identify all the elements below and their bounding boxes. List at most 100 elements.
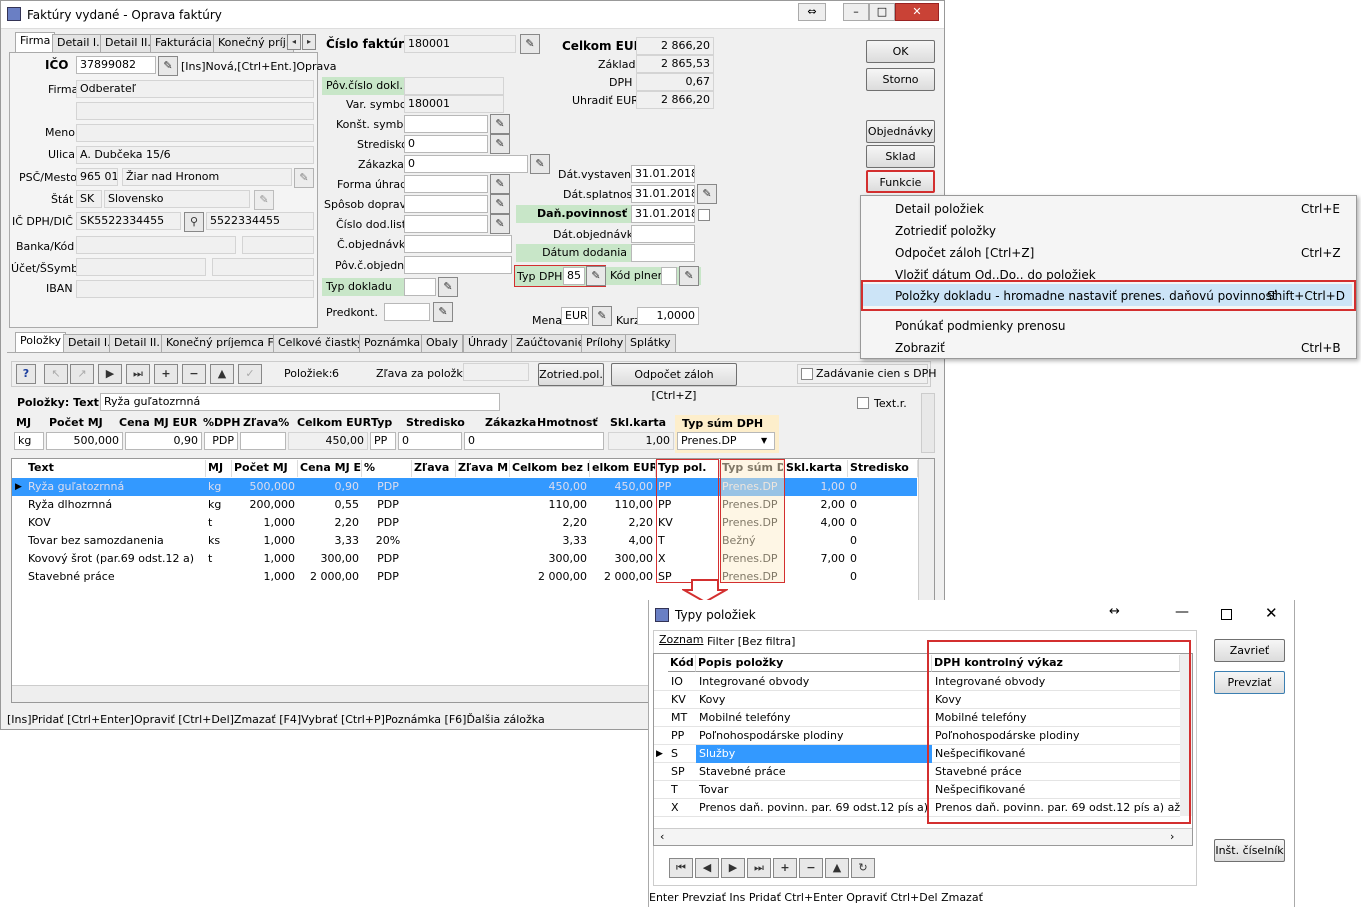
objednavky-button[interactable]: Objednávky bbox=[866, 120, 935, 143]
tab-1[interactable]: Detail I. bbox=[63, 334, 116, 352]
danpov-field[interactable]: 31.01.2018 bbox=[631, 205, 695, 223]
minimize-button[interactable]: – bbox=[843, 3, 869, 21]
menu-item-1[interactable]: Zotriediť položky bbox=[895, 224, 996, 238]
tab-prev-icon[interactable]: ◂ bbox=[287, 34, 301, 50]
doprava-field[interactable] bbox=[404, 195, 488, 213]
menu-item-6[interactable]: Zobraziť bbox=[895, 341, 945, 355]
forma-field[interactable] bbox=[404, 175, 488, 193]
first-icon[interactable]: ⏮ bbox=[669, 858, 693, 878]
edit-pocet[interactable]: 500,000 bbox=[46, 432, 123, 450]
remove-icon[interactable]: − bbox=[799, 858, 823, 878]
dic-field[interactable]: 5522334455 bbox=[206, 212, 314, 230]
meno-field[interactable] bbox=[76, 124, 314, 142]
last-icon[interactable]: ⏭ bbox=[747, 858, 771, 878]
predkont-field[interactable] bbox=[384, 303, 430, 321]
ucet-field[interactable] bbox=[76, 258, 206, 276]
remove-icon[interactable]: − bbox=[182, 364, 206, 384]
textr-checkbox[interactable] bbox=[857, 397, 869, 409]
next-icon[interactable]: ▶ bbox=[98, 364, 122, 384]
danpov-checkbox[interactable] bbox=[698, 209, 710, 221]
funkcie-button[interactable]: Funkcie bbox=[866, 170, 935, 193]
ico-lookup-icon[interactable]: ✎ bbox=[158, 56, 178, 76]
kod-field[interactable] bbox=[242, 236, 314, 254]
close-button[interactable]: ✕ bbox=[895, 3, 939, 21]
konst-field[interactable] bbox=[404, 115, 488, 133]
tab-next-icon[interactable]: ▸ bbox=[302, 34, 316, 50]
tab-zoznam[interactable]: Zoznam bbox=[659, 633, 703, 646]
up-icon[interactable]: ▲ bbox=[210, 364, 234, 384]
tab-fakturacia[interactable]: Fakturácia bbox=[150, 34, 217, 52]
resize-icon[interactable]: ⇔ bbox=[798, 3, 826, 21]
scroll-right-icon[interactable]: › bbox=[1170, 830, 1174, 843]
ok-button[interactable]: OK bbox=[866, 40, 935, 63]
tab-4[interactable]: Celkové čiastky bbox=[273, 334, 369, 352]
mesto-lookup-icon[interactable]: ✎ bbox=[294, 168, 314, 188]
tab-9[interactable]: Prílohy bbox=[581, 334, 629, 352]
help-icon[interactable]: ? bbox=[16, 364, 36, 384]
stredisko-field[interactable]: 0 bbox=[404, 135, 488, 153]
banka-field[interactable] bbox=[76, 236, 236, 254]
types-hscrollbar[interactable] bbox=[654, 828, 1192, 845]
prev-icon[interactable]: ◀ bbox=[695, 858, 719, 878]
dodlist-lookup-icon[interactable]: ✎ bbox=[490, 214, 510, 234]
povobj-field[interactable] bbox=[404, 256, 512, 274]
tab-firma[interactable]: Firma bbox=[15, 32, 56, 52]
zakazka-lookup-icon[interactable]: ✎ bbox=[530, 154, 550, 174]
stat-lookup-icon[interactable]: ✎ bbox=[254, 190, 274, 210]
mesto-field[interactable]: Žiar nad Hronom bbox=[122, 168, 292, 186]
mena-lookup-icon[interactable]: ✎ bbox=[592, 306, 612, 326]
edit-zlava[interactable] bbox=[240, 432, 286, 450]
tab-0[interactable]: Položky bbox=[15, 332, 67, 352]
odpocet-button[interactable]: Odpočet záloh [Ctrl+Z] bbox=[611, 363, 737, 402]
doprava-lookup-icon[interactable]: ✎ bbox=[490, 194, 510, 214]
kurz-field[interactable]: 1,0000 bbox=[637, 307, 699, 325]
tab-6[interactable]: Obaly bbox=[421, 334, 463, 352]
stat-field[interactable]: Slovensko bbox=[104, 190, 250, 208]
datspl-field[interactable]: 31.01.2018 bbox=[631, 185, 695, 203]
edit-zakazka[interactable]: 0 bbox=[464, 432, 604, 450]
pov-cislo-field[interactable] bbox=[404, 77, 504, 95]
ssymb-field[interactable] bbox=[212, 258, 314, 276]
datvyst-field[interactable]: 31.01.2018 bbox=[631, 165, 695, 183]
icdph-field[interactable]: SK5522334455 bbox=[76, 212, 181, 230]
tab-10[interactable]: Splátky bbox=[625, 334, 676, 352]
predkont-lookup-icon[interactable]: ✎ bbox=[433, 302, 453, 322]
psc-field[interactable]: 965 01 bbox=[76, 168, 118, 186]
edit-stredisko[interactable]: 0 bbox=[398, 432, 462, 450]
polozky-text-field[interactable]: Ryža guľatozrnná bbox=[100, 393, 500, 411]
firma-field-2[interactable] bbox=[76, 102, 314, 120]
maximize-icon[interactable] bbox=[1221, 609, 1232, 620]
refresh-icon[interactable]: ↻ bbox=[851, 858, 875, 878]
inst-ciselnik-button[interactable]: Inšt. číselník bbox=[1214, 839, 1285, 862]
prevziat-button[interactable]: Prevziať bbox=[1214, 671, 1285, 694]
stat-code-field[interactable]: SK bbox=[76, 190, 102, 208]
ulica-field[interactable]: A. Dubčeka 15/6 bbox=[76, 146, 314, 164]
storno-button[interactable]: Storno bbox=[866, 68, 935, 91]
tab-3[interactable]: Konečný príjemca FA bbox=[161, 334, 286, 352]
resize-icon[interactable]: ↔ bbox=[1109, 604, 1120, 619]
tab-filter[interactable]: Filter [Bez filtra] bbox=[707, 635, 795, 648]
confirm-disabled-icon[interactable]: ✓ bbox=[238, 364, 262, 384]
typdph-lookup-icon[interactable]: ✎ bbox=[586, 266, 606, 286]
typdok-field[interactable] bbox=[404, 278, 436, 296]
tab-8[interactable]: Zaúčtovanie bbox=[511, 334, 590, 352]
tab-detail-1[interactable]: Detail I. bbox=[52, 34, 105, 52]
typdok-lookup-icon[interactable]: ✎ bbox=[438, 277, 458, 297]
minimize-icon[interactable]: — bbox=[1175, 604, 1189, 620]
first-disabled-icon[interactable]: ↖ bbox=[44, 364, 68, 384]
dodlist-field[interactable] bbox=[404, 215, 488, 233]
zotried-button[interactable]: Zotried.pol. bbox=[538, 363, 604, 386]
close-icon[interactable]: ✕ bbox=[1265, 604, 1278, 622]
edit-scrollbar[interactable] bbox=[921, 393, 935, 453]
last-icon[interactable]: ⏭ bbox=[126, 364, 150, 384]
chevron-down-icon[interactable]: ▼ bbox=[761, 436, 767, 445]
cislo-lookup-icon[interactable]: ✎ bbox=[520, 34, 540, 54]
iban-field[interactable] bbox=[76, 280, 314, 298]
mena-field[interactable]: EUR bbox=[561, 307, 589, 325]
datobj-field[interactable] bbox=[631, 225, 695, 243]
edit-dph[interactable]: PDP bbox=[204, 432, 238, 450]
tab-5[interactable]: Poznámka bbox=[359, 334, 426, 352]
menu-item-hromadne[interactable]: Položky dokladu - hromadne nastaviť pren… bbox=[895, 289, 1277, 303]
menu-item-5[interactable]: Ponúkať podmienky prenosu bbox=[895, 319, 1065, 333]
menu-item-2[interactable]: Odpočet záloh [Ctrl+Z] bbox=[895, 246, 1034, 260]
